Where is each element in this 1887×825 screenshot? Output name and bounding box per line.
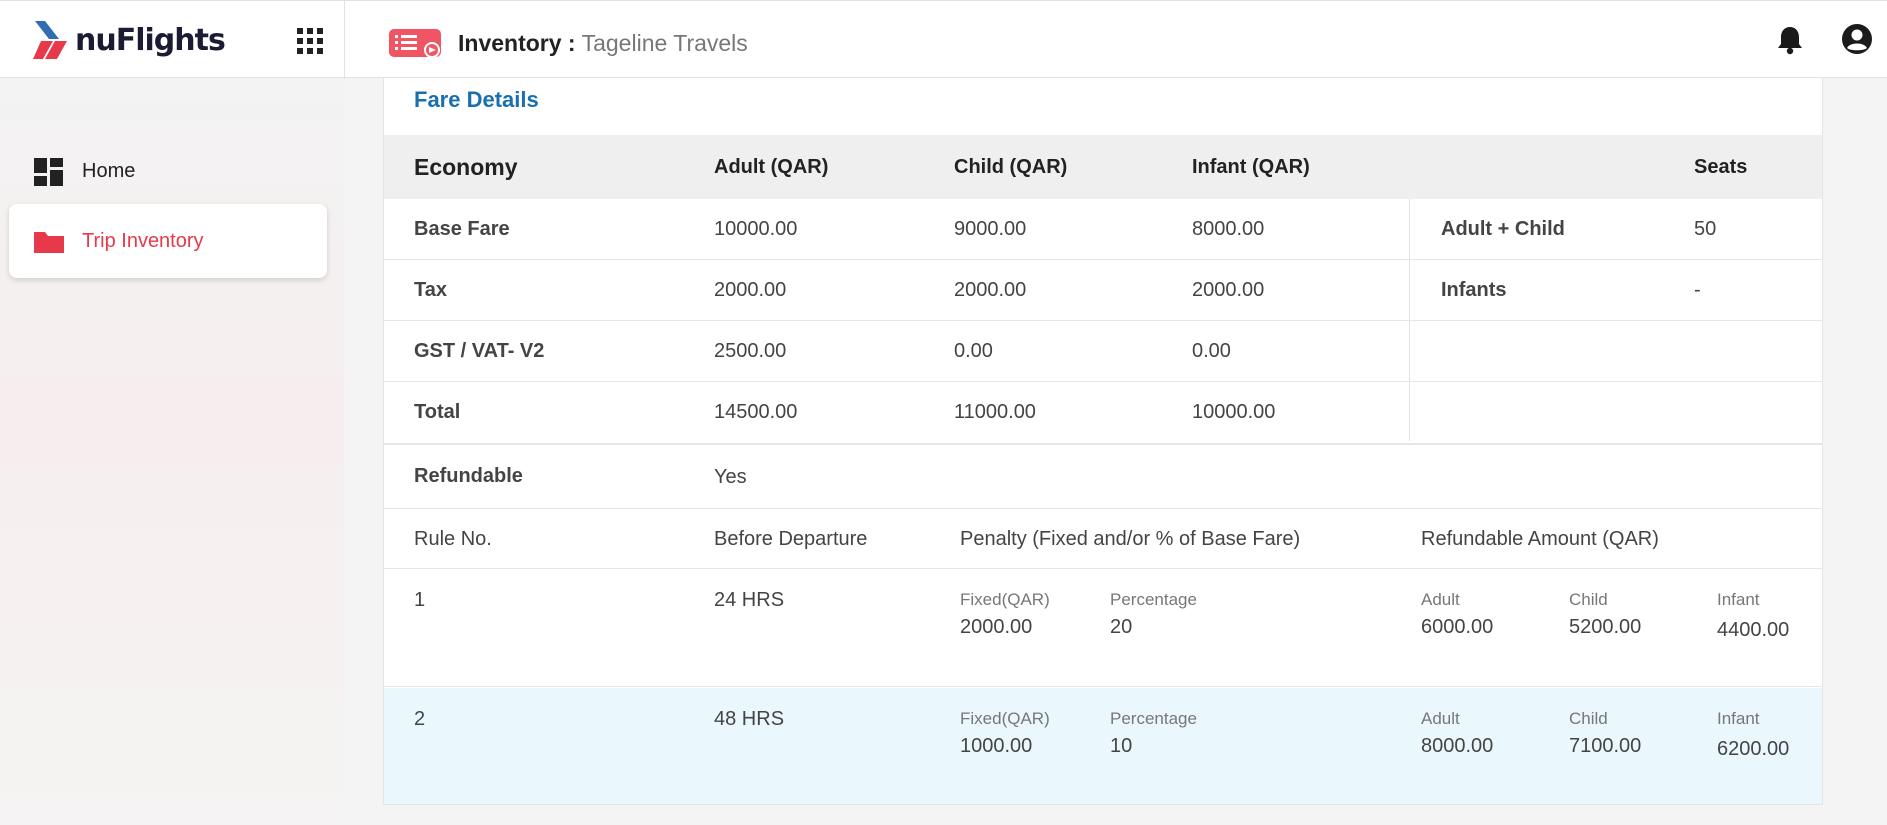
adult-value: 14500.00 [714, 401, 798, 423]
child-value: 9000.00 [954, 217, 1027, 240]
page-title: Inventory : Tageline Travels [458, 29, 748, 57]
infant-amount: 6200.00 [1717, 738, 1790, 760]
column-header: Before Departure [714, 528, 868, 550]
fare-details-card: Fare Details Economy Adult (QAR) Child (… [383, 78, 1823, 805]
adult-label: Adult [1421, 709, 1460, 728]
table-row: GST / VAT- V2 2500.00 0.00 0.00 [384, 321, 1822, 382]
cabin-class: Economy [414, 153, 518, 180]
adult-amount: 6000.00 [1421, 616, 1494, 638]
child-value: 2000.00 [954, 278, 1027, 301]
fixed-label: Fixed(QAR) [960, 590, 1050, 609]
rule-number: 2 [414, 708, 426, 730]
seats-header: Seats [1694, 155, 1748, 178]
fare-table-header: Economy Adult (QAR) Child (QAR) Infant (… [384, 135, 1822, 199]
fixed-label: Fixed(QAR) [960, 709, 1050, 728]
table-row: Base Fare 10000.00 9000.00 8000.00 Adult… [384, 199, 1822, 260]
fixed-value: 2000.00 [960, 616, 1033, 638]
sidebar-item-home[interactable]: Home [9, 134, 327, 208]
row-label: Tax [414, 278, 447, 301]
header-divider [344, 1, 345, 79]
infant-amount: 4400.00 [1717, 619, 1790, 641]
page-title-separator: : [561, 30, 576, 56]
seats-label: Infants [1441, 278, 1507, 301]
refundable-label: Refundable [414, 465, 523, 487]
adult-label: Adult [1421, 590, 1460, 609]
rules-table-header: Rule No. Before Departure Penalty (Fixed… [384, 510, 1822, 569]
infant-value: 0.00 [1192, 339, 1231, 362]
column-header: Child (QAR) [954, 155, 1068, 178]
before-departure: 48 HRS [714, 708, 785, 730]
table-row: Total 14500.00 11000.00 10000.00 [384, 382, 1822, 443]
fare-table: Economy Adult (QAR) Child (QAR) Infant (… [384, 135, 1822, 443]
infant-label: Infant [1717, 709, 1760, 728]
sidebar: Home Trip Inventory [0, 79, 344, 825]
column-header: Infant (QAR) [1192, 155, 1310, 178]
row-label: Base Fare [414, 217, 510, 240]
refundable-row: Refundable Yes [384, 443, 1822, 509]
brand-name: nuFlights [75, 22, 226, 58]
infant-value: 2000.00 [1192, 278, 1265, 301]
dashboard-icon [34, 158, 64, 186]
adult-value: 2000.00 [714, 278, 787, 301]
child-value: 11000.00 [954, 401, 1036, 423]
nuflights-logo-mark [33, 21, 67, 59]
sidebar-item-label: Home [82, 160, 136, 182]
percentage-value: 10 [1110, 735, 1133, 757]
fixed-value: 1000.00 [960, 735, 1033, 757]
percentage-label: Percentage [1110, 590, 1197, 609]
sidebar-item-label: Trip Inventory [82, 230, 204, 252]
ticket-icon [389, 27, 443, 64]
notification-bell-icon[interactable] [1776, 25, 1804, 60]
column-header: Adult (QAR) [714, 155, 829, 178]
rule-number: 1 [414, 589, 426, 611]
column-header: Refundable Amount (QAR) [1421, 528, 1659, 550]
adult-amount: 8000.00 [1421, 735, 1494, 757]
before-departure: 24 HRS [714, 589, 785, 611]
column-header: Penalty (Fixed and/or % of Base Fare) [960, 528, 1301, 550]
child-amount: 7100.00 [1569, 735, 1642, 757]
percentage-value: 20 [1110, 616, 1133, 638]
section-title: Fare Details [414, 87, 539, 112]
percentage-label: Percentage [1110, 709, 1197, 728]
seats-label: Adult + Child [1441, 217, 1565, 240]
page-title-subtitle: Tageline Travels [581, 30, 748, 56]
page-title-main: Inventory [458, 30, 562, 56]
child-amount: 5200.00 [1569, 616, 1642, 638]
row-label: GST / VAT- V2 [414, 339, 545, 362]
child-label: Child [1569, 709, 1608, 728]
apps-grid-icon[interactable] [297, 28, 323, 54]
child-label: Child [1569, 590, 1608, 609]
seats-value: 50 [1694, 217, 1717, 240]
child-value: 0.00 [954, 339, 993, 362]
table-row: Tax 2000.00 2000.00 2000.00 Infants - [384, 260, 1822, 321]
top-bar: nuFlights Inventory : Tageline Travels [0, 0, 1887, 79]
refundable-value: Yes [714, 466, 747, 488]
user-account-icon[interactable] [1841, 23, 1873, 60]
seats-value: - [1694, 278, 1701, 301]
table-row: 2 48 HRS Fixed(QAR) 1000.00 Percentage 1… [384, 688, 1822, 804]
nuflights-logo[interactable]: nuFlights [33, 17, 226, 63]
column-header: Rule No. [414, 528, 492, 550]
infant-value: 10000.00 [1192, 401, 1276, 423]
infant-value: 8000.00 [1192, 217, 1265, 240]
infant-label: Infant [1717, 590, 1760, 609]
sidebar-item-trip-inventory[interactable]: Trip Inventory [9, 204, 327, 278]
table-row: 1 24 HRS Fixed(QAR) 2000.00 Percentage 2… [384, 569, 1822, 687]
row-label: Total [414, 401, 461, 423]
folder-icon [34, 228, 64, 256]
adult-value: 10000.00 [714, 217, 798, 240]
adult-value: 2500.00 [714, 339, 787, 362]
